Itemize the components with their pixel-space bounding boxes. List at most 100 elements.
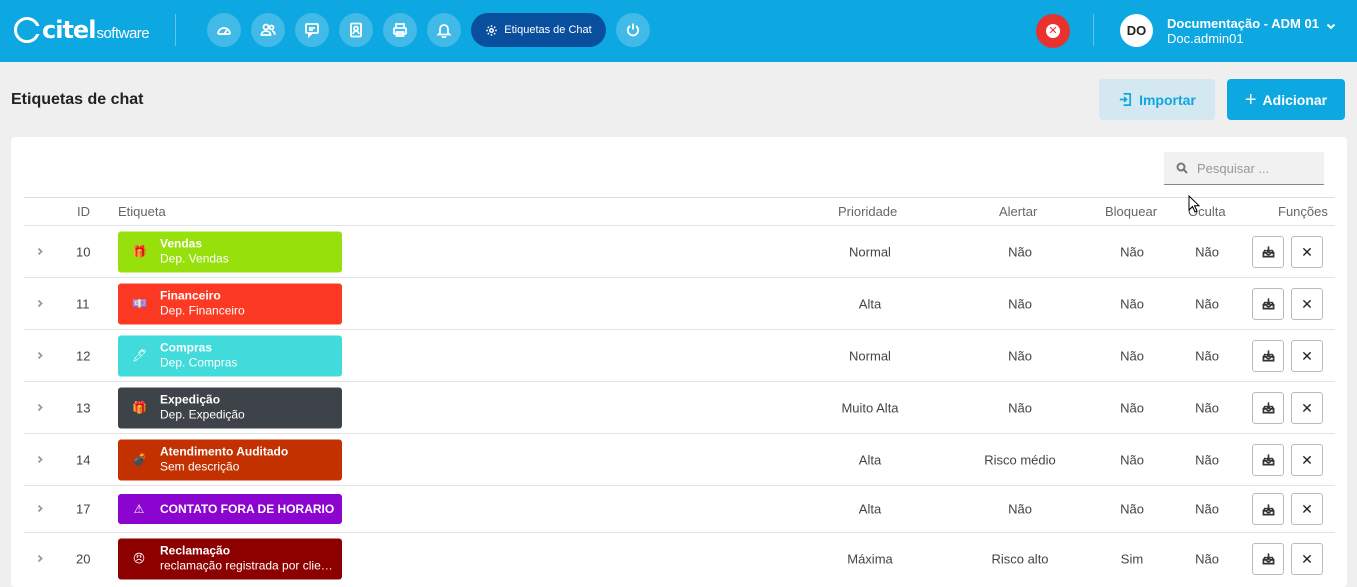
expand-row-button[interactable] [35, 296, 45, 311]
expand-row-button[interactable] [35, 502, 45, 517]
close-icon: ✕ [1301, 451, 1313, 468]
tag-chip: 💣 Atendimento Auditado Sem descrição [118, 439, 342, 480]
table-row[interactable]: 12 🖊 Compras Dep. Compras Normal Não Não… [24, 329, 1335, 381]
delete-row-button[interactable]: ✕ [1291, 391, 1323, 424]
expand-row-button[interactable] [35, 400, 45, 415]
tag-title: CONTATO FORA DE HORARIO [160, 501, 335, 516]
delete-row-button[interactable]: ✕ [1291, 287, 1323, 320]
table-row[interactable]: 14 💣 Atendimento Auditado Sem descrição … [24, 433, 1335, 485]
column-header-id[interactable]: ID [77, 204, 90, 219]
chevron-down-icon [1326, 23, 1336, 30]
user-name[interactable]: Documentação - ADM 01 [1167, 16, 1319, 31]
top-divider [175, 14, 176, 46]
export-row-button[interactable] [1252, 339, 1284, 372]
tag-chip: 🎁 Vendas Dep. Vendas [118, 231, 342, 272]
delete-row-button[interactable]: ✕ [1291, 235, 1323, 268]
printer-icon [393, 23, 407, 37]
add-label: Adicionar [1262, 91, 1328, 108]
column-header-alertar[interactable]: Alertar [999, 204, 1037, 219]
delete-row-button[interactable]: ✕ [1291, 493, 1323, 525]
cell-oculta: Não [1195, 400, 1219, 415]
cell-oculta: Não [1195, 244, 1219, 259]
tag-chip: ⚠ CONTATO FORA DE HORARIO [118, 494, 342, 524]
cell-prioridade: Máxima [847, 551, 893, 566]
cell-alertar: Não [1008, 296, 1032, 311]
expand-row-button[interactable] [35, 244, 45, 259]
column-header-etiqueta[interactable]: Etiqueta [118, 204, 166, 219]
close-icon: ✕ [1301, 347, 1313, 364]
tab-etiquetas-de-chat[interactable]: Etiquetas de Chat [471, 13, 606, 47]
cell-id: 11 [76, 296, 90, 311]
close-icon: ✕ [1301, 243, 1313, 260]
delete-row-button[interactable]: ✕ [1291, 542, 1323, 575]
contacts-icon [350, 22, 362, 38]
delete-row-button[interactable]: ✕ [1291, 339, 1323, 372]
table-row[interactable]: 20 😠 Reclamação reclamação registrada po… [24, 532, 1335, 584]
chat-icon [305, 23, 319, 38]
search-input[interactable] [1197, 160, 1317, 176]
tag-emoji-icon: 🖊 [132, 348, 148, 363]
cell-id: 12 [76, 348, 91, 363]
cell-id: 10 [76, 244, 91, 259]
cell-prioridade: Normal [849, 244, 891, 259]
contacts-button[interactable] [339, 13, 373, 47]
chevron-right-icon [37, 403, 43, 411]
chat-button[interactable] [295, 13, 329, 47]
table-row[interactable]: 13 🎁 Expedição Dep. Expedição Muito Alta… [24, 381, 1335, 433]
add-button[interactable]: + Adicionar [1227, 79, 1345, 120]
users-button[interactable] [251, 13, 285, 47]
tag-description: reclamação registrada por cliente [160, 558, 335, 573]
tag-description: Dep. Financeiro [160, 303, 245, 318]
expand-row-button[interactable] [35, 348, 45, 363]
tag-title: Vendas [160, 236, 203, 251]
tag-description: Dep. Vendas [160, 251, 229, 266]
export-row-button[interactable] [1252, 287, 1284, 320]
export-row-button[interactable] [1252, 391, 1284, 424]
cell-bloquear: Não [1120, 296, 1144, 311]
power-button[interactable] [616, 13, 650, 47]
cell-prioridade: Normal [849, 348, 891, 363]
page-title: Etiquetas de chat [11, 91, 144, 108]
close-session-button[interactable]: ✕ [1036, 14, 1070, 48]
import-button[interactable]: Importar [1099, 79, 1215, 120]
tag-emoji-icon: 🎁 [132, 244, 147, 259]
close-icon: ✕ [1301, 501, 1313, 517]
table-row[interactable]: 11 💷 Financeiro Dep. Financeiro Alta Não… [24, 277, 1335, 329]
tray-download-icon [1262, 402, 1274, 414]
logo-mark-icon [14, 17, 41, 43]
cell-alertar: Não [1008, 348, 1032, 363]
delete-row-button[interactable]: ✕ [1291, 443, 1323, 476]
table-row[interactable]: 17 ⚠ CONTATO FORA DE HORARIO Alta Não Nã… [24, 485, 1335, 532]
citel-logo[interactable]: citel software [14, 14, 150, 46]
dashboard-button[interactable] [207, 13, 241, 47]
column-header-prioridade[interactable]: Prioridade [838, 204, 897, 219]
notifications-button[interactable] [427, 13, 461, 47]
user-menu-toggle[interactable] [1325, 19, 1337, 31]
expand-row-button[interactable] [35, 452, 45, 467]
expand-row-button[interactable] [35, 551, 45, 566]
users-icon [260, 23, 276, 36]
plus-icon: + [1244, 88, 1257, 111]
export-row-button[interactable] [1252, 493, 1284, 525]
top-bar: citel software Etiquetas de Chat ✕ DO Do… [0, 0, 1357, 62]
chevron-right-icon [37, 554, 43, 562]
cell-prioridade: Alta [858, 296, 882, 311]
cell-id: 20 [76, 551, 91, 566]
tag-description: Dep. Compras [160, 355, 238, 370]
export-row-button[interactable] [1252, 235, 1284, 268]
tag-description: Sem descrição [160, 459, 240, 474]
column-header-bloquear[interactable]: Bloquear [1105, 204, 1157, 219]
cell-id: 14 [76, 452, 91, 467]
table-row[interactable]: 10 🎁 Vendas Dep. Vendas Normal Não Não N… [24, 225, 1335, 277]
cell-id: 13 [76, 400, 91, 415]
printer-button[interactable] [383, 13, 417, 47]
avatar[interactable]: DO [1120, 14, 1153, 47]
export-row-button[interactable] [1252, 542, 1284, 575]
bell-icon [436, 24, 452, 38]
tray-download-icon [1262, 454, 1274, 466]
cell-alertar: Não [1008, 501, 1032, 517]
export-row-button[interactable] [1252, 443, 1284, 476]
mouse-cursor-icon [1188, 195, 1200, 213]
cell-alertar: Risco médio [984, 452, 1056, 467]
search-box[interactable] [1164, 152, 1324, 185]
